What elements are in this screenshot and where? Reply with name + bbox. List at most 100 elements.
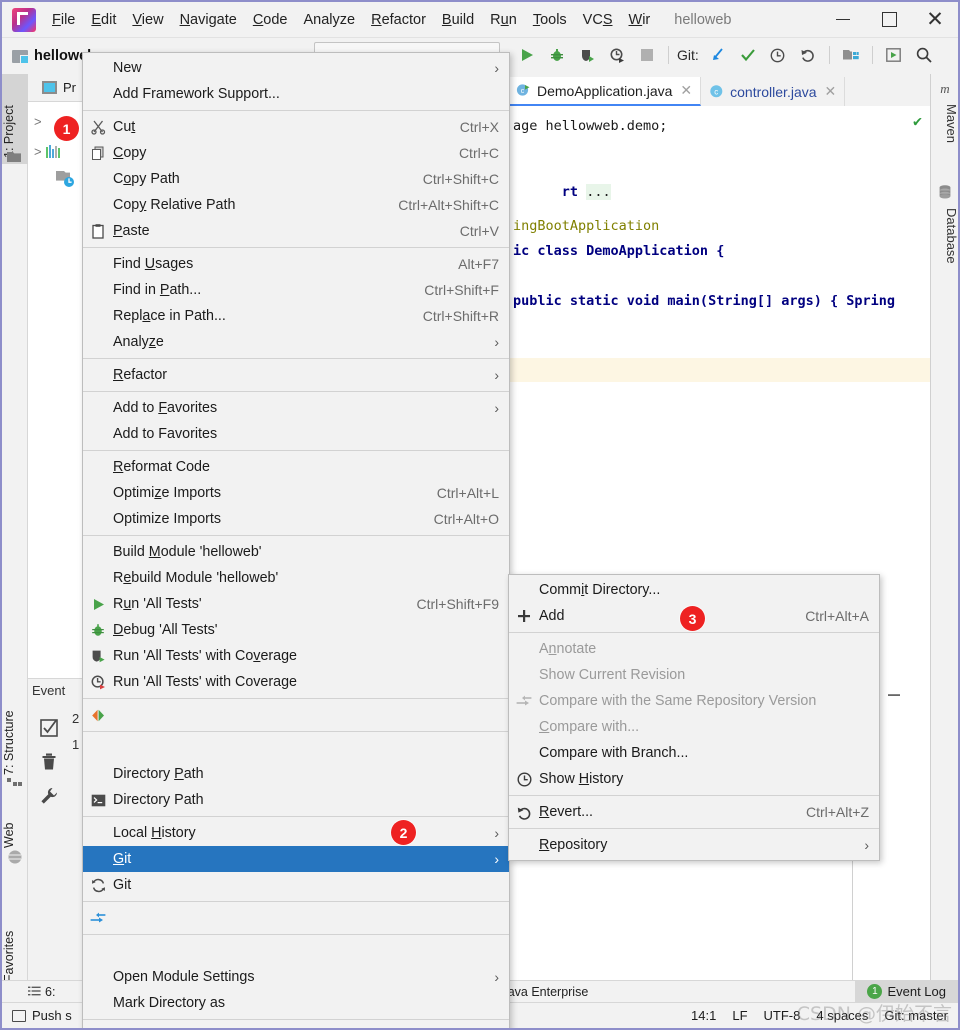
menu-item-open-in-terminal[interactable]: Directory Path	[83, 787, 509, 813]
run-anything-icon[interactable]	[879, 41, 909, 69]
sidebar-item-web[interactable]: Web	[2, 806, 28, 848]
status-encoding[interactable]: UTF-8	[764, 1008, 801, 1023]
coverage-icon	[83, 649, 113, 664]
menu-item-build-module[interactable]: Build Module 'helloweb'	[83, 539, 509, 565]
code-fold-placeholder[interactable]: ...	[586, 184, 611, 200]
menu-item-debug-all-tests[interactable]: Debug 'All Tests'	[83, 617, 509, 643]
bottom-tab-todo[interactable]: 6:	[20, 985, 63, 999]
menu-item-refactor[interactable]: Refactor ›	[83, 362, 509, 388]
menu-item-diagrams[interactable]: ›	[83, 1023, 509, 1028]
menu-item-run-with-flight-recorder[interactable]: Run 'All Tests' with Coverage	[83, 669, 509, 695]
menu-item-show-in-explorer[interactable]	[83, 735, 509, 761]
menu-item-find-usages[interactable]: Find Usages Alt+F7	[83, 251, 509, 277]
menu-item-remove-module[interactable]: Optimize Imports Ctrl+Alt+O	[83, 506, 509, 532]
bottom-tab-event-log[interactable]: 1 Event Log	[855, 980, 958, 1003]
menu-item-analyze[interactable]: Analyze ›	[83, 329, 509, 355]
menu-item-open-module-settings[interactable]	[83, 938, 509, 964]
menu-window[interactable]: Wir	[621, 9, 659, 31]
compare-icon	[509, 694, 539, 708]
status-git-branch[interactable]: Git: master	[884, 1008, 948, 1023]
project-tree-row[interactable]: >	[34, 114, 42, 129]
menu-item-synchronize[interactable]: Git	[83, 872, 509, 898]
project-tree-row[interactable]	[56, 170, 76, 187]
menu-item-cut[interactable]: Cut Ctrl+X	[83, 114, 509, 140]
menu-item-mark-directory-as[interactable]: Open Module Settings ›	[83, 964, 509, 990]
context-menu[interactable]: New › Add Framework Support... Cut Ctrl+…	[82, 52, 510, 1028]
menu-navigate[interactable]: Navigate	[172, 9, 245, 31]
menu-item-shortcut: Ctrl+Alt+Z	[805, 804, 869, 820]
menu-vcs[interactable]: VCS	[575, 9, 621, 31]
menu-item-local-history[interactable]: Local History ›	[83, 820, 509, 846]
menu-item-create-all-tests[interactable]	[83, 702, 509, 728]
menu-item-directory-path[interactable]: Directory Path	[83, 761, 509, 787]
menu-item-show-image-thumbnails[interactable]: Add to Favorites	[83, 421, 509, 447]
menu-item-run-all-tests[interactable]: Run 'All Tests' Ctrl+Shift+F9	[83, 591, 509, 617]
menu-item-optimize-imports[interactable]: Optimize Imports Ctrl+Alt+L	[83, 480, 509, 506]
menu-file[interactable]: File	[44, 9, 83, 31]
submenu-item-compare-with-branch[interactable]: Compare with Branch...	[509, 740, 879, 766]
status-caret-position[interactable]: 14:1	[691, 1008, 716, 1023]
menu-item-replace-in-path[interactable]: Replace in Path... Ctrl+Shift+R	[83, 303, 509, 329]
menu-item-run-with-coverage[interactable]: Run 'All Tests' with Coverage	[83, 643, 509, 669]
menu-item-add-to-favorites[interactable]: Add to Favorites ›	[83, 395, 509, 421]
submenu-item-repository[interactable]: Repository ›	[509, 832, 879, 858]
menu-analyze[interactable]: Analyze	[296, 9, 364, 31]
menu-item-remove-bom[interactable]: Mark Directory as	[83, 990, 509, 1016]
run-with-coverage-icon[interactable]	[572, 41, 602, 69]
minimize-icon[interactable]	[886, 687, 902, 703]
menu-item-label: Copy	[113, 145, 147, 161]
submenu-item-revert[interactable]: Revert... Ctrl+Alt+Z	[509, 799, 879, 825]
menu-run[interactable]: Run	[482, 9, 525, 31]
status-indent[interactable]: 4 spaces	[816, 1008, 868, 1023]
submenu-item-show-history[interactable]: Show History	[509, 766, 879, 792]
menu-item-reformat-code[interactable]: Reformat Code	[83, 454, 509, 480]
menu-item-compare-with[interactable]	[83, 905, 509, 931]
menu-refactor[interactable]: Refactor	[363, 9, 434, 31]
git-commit-icon[interactable]	[733, 41, 763, 69]
menu-build[interactable]: Build	[434, 9, 482, 31]
status-line-separator[interactable]: LF	[732, 1008, 747, 1023]
menu-item-new[interactable]: New ›	[83, 55, 509, 81]
delete-icon[interactable]	[36, 745, 62, 779]
project-tree-row[interactable]: >	[34, 144, 60, 159]
git-update-icon[interactable]	[703, 41, 733, 69]
code-line-import: rt ...	[513, 168, 611, 216]
menu-edit[interactable]: Edit	[83, 9, 124, 31]
menu-item-copy-relative-path[interactable]: Copy Relative Path Ctrl+Alt+Shift+C	[83, 192, 509, 218]
tab-controller[interactable]: c controller.java ✕	[701, 77, 846, 106]
project-folder-icon	[7, 150, 23, 166]
sidebar-item-structure[interactable]: 7: Structure	[2, 669, 28, 775]
status-push-label[interactable]: Push s	[32, 1008, 72, 1023]
right-tab-database[interactable]: Database	[931, 204, 958, 264]
menu-item-add-framework-support[interactable]: Add Framework Support...	[83, 81, 509, 107]
close-icon[interactable]: ✕	[825, 83, 837, 100]
close-button[interactable]: ✕	[912, 4, 958, 36]
git-history-icon[interactable]	[763, 41, 793, 69]
mark-all-read-icon[interactable]	[36, 711, 62, 745]
submenu-item-compare-with: Compare with...	[509, 714, 879, 740]
minimize-button[interactable]	[820, 4, 866, 36]
maximize-button[interactable]	[866, 4, 912, 36]
menu-item-copy-path[interactable]: Copy Path Ctrl+Shift+C	[83, 166, 509, 192]
menu-code[interactable]: Code	[245, 9, 296, 31]
chevron-right-icon[interactable]: >	[34, 144, 42, 159]
menu-item-rebuild-module[interactable]: Rebuild Module 'helloweb'	[83, 565, 509, 591]
close-icon[interactable]: ✕	[680, 82, 692, 99]
menu-item-find-in-path[interactable]: Find in Path... Ctrl+Shift+F	[83, 277, 509, 303]
chevron-right-icon[interactable]: >	[34, 114, 42, 129]
search-everywhere-icon[interactable]	[909, 41, 939, 69]
tab-demoapplication[interactable]: c DemoApplication.java ✕	[508, 77, 702, 106]
project-structure-icon[interactable]	[836, 41, 866, 69]
run-icon[interactable]	[512, 41, 542, 69]
profile-icon[interactable]	[602, 41, 632, 69]
menu-view[interactable]: View	[124, 9, 171, 31]
menu-item-git[interactable]: Git ›	[83, 846, 509, 872]
debug-icon[interactable]	[542, 41, 572, 69]
right-tab-maven[interactable]: Maven	[931, 100, 958, 143]
menu-tools[interactable]: Tools	[525, 9, 575, 31]
menu-item-copy[interactable]: Copy Ctrl+C	[83, 140, 509, 166]
submenu-item-commit-directory[interactable]: Commit Directory...	[509, 577, 879, 603]
menu-item-paste[interactable]: Paste Ctrl+V	[83, 218, 509, 244]
settings-wrench-icon[interactable]	[36, 779, 62, 813]
git-rollback-icon[interactable]	[793, 41, 823, 69]
